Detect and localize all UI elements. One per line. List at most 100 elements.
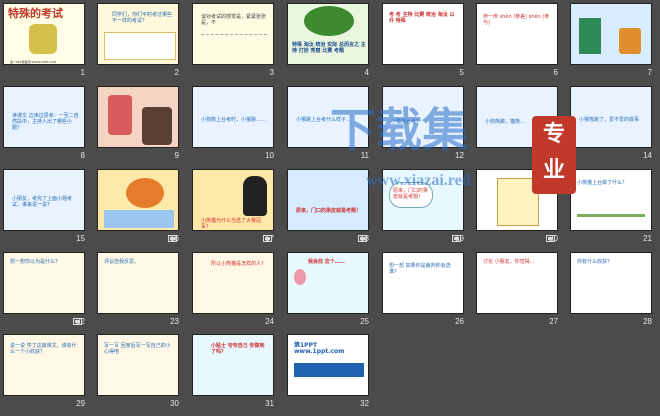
slide-29[interactable]: 说一说 学了这篇课文，谁有什么一个小收获？ 29 [3,334,98,416]
slide-22[interactable]: 想一想你以为是什么？ 22 [3,252,98,334]
slide-thumbnail[interactable]: 特殊 淘汰 统治 实际 总而言之 主持 打扮 秀丽 比赛 考题 [287,3,369,65]
slide-text: 所以小熊猫是怎样的人？ [211,261,267,267]
slide-thumbnail[interactable]: 谈对考试的感觉是，紧紧张张是，不 [192,3,274,65]
slide-transition-icon [546,235,555,242]
slide-thumbnail[interactable]: 读课文 边读边思考：一至二自然段中，主持人出了哪些小题？ [3,86,85,148]
watermark-stamp: 专 业 [532,116,576,194]
slide-16[interactable]: 16 [97,169,192,251]
animals-illustration [104,210,174,228]
slide-thumbnail[interactable]: 同学们，你们平时考过哪些不一样的考试？ [97,3,179,65]
slide-thumbnail[interactable] [97,86,179,148]
slide-number: 24 [265,317,274,326]
slide-32[interactable]: 第1PPT www.1ppt.com 32 [287,334,382,416]
character-illustration [29,24,57,54]
slide-text: 我会找 这个…… [308,259,345,265]
slide-8[interactable]: 读课文 边读边思考：一至二自然段中，主持人出了哪些小题？ 8 [3,86,98,168]
slide-4[interactable]: 特殊 淘汰 统治 实际 总而言之 主持 打扮 秀丽 比赛 考题 4 [287,3,382,85]
slide-31[interactable]: 小贴士 夸夸自己 你做到了吗？ 31 [192,334,287,416]
slide-number: 14 [643,151,652,160]
slide-number: 7 [647,68,652,77]
slide-text: 讨论 小朋友，你觉得… [483,259,535,265]
slide-21[interactable]: 小熊猫上台做了什么？ 21 [546,169,660,251]
slide-transition-icon [452,235,461,242]
slide-thumbnail[interactable]: 小狗熊上台考时，小猴跳…… [192,86,274,148]
slide-26[interactable]: 想一想 如果你是裁判你会选谁？ 26 [382,252,477,334]
slide-thumbnail[interactable]: 特殊的考试 第一PPT模板网-WWW.1PPT.COM [3,3,85,65]
photo-person [108,95,132,135]
slide-text: 评议自我反思。 [104,259,140,265]
slide-number: 25 [360,317,369,326]
slide-text: 考 考 主持 比赛 统治 淘汰 以外 特殊 [389,12,455,24]
slide-thumbnail[interactable]: 小熊猫上台做了什么？ [570,169,652,231]
slide-text: 小熊猫上台做了什么？ [577,180,628,186]
slide-number: 31 [265,399,274,408]
avatar [294,269,306,285]
slide-6[interactable]: 辨一辨 shèn (参差) shēn (参与) 6 [476,3,571,85]
slide-number: 15 [76,234,85,243]
slide-number: 21 [643,234,652,243]
slide-text: 谈对考试的感觉是，紧紧张张是，不 [201,14,267,26]
slide-thumbnail[interactable]: 小贴士 夸夸自己 你做到了吗？ [192,334,274,396]
slide-text: 说一说 学了这篇课文，谁有什么一个小收获？ [10,343,77,355]
slide-number: 23 [170,317,179,326]
slide-2[interactable]: 同学们，你们平时考过哪些不一样的考试？ 2 [97,3,192,85]
watermark-url: www.xiazai.red [366,172,471,189]
slide-text: 小熊猫为什么当选了大赛冠军？ [201,218,262,230]
slide-28[interactable]: 你有什么收获？ 28 [570,252,660,334]
slide-10[interactable]: 小狗熊上台考时，小猴跳…… 10 [192,86,287,168]
slide-number: 5 [459,68,464,77]
slide-text: 同学们，你们平时考过哪些不一样的考试？ [112,12,173,24]
slide-9[interactable]: 9 [97,86,192,168]
banner [294,363,364,377]
slide-transition-icon [168,235,177,242]
slide-5[interactable]: 考 考 主持 比赛 统治 淘汰 以外 特殊 5 [382,3,477,85]
slide-number: 10 [265,151,274,160]
slide-transition-icon [358,235,367,242]
slide-thumbnail[interactable]: 所以小熊猫是怎样的人？ [192,252,274,314]
slide-23[interactable]: 评议自我反思。 23 [73,252,192,334]
slide-1[interactable]: 特殊的考试 第一PPT模板网-WWW.1PPT.COM 1 [3,3,98,85]
slide-thumbnail[interactable]: 说一说 学了这篇课文，谁有什么一个小收获？ [3,334,85,396]
slide-text: 特殊 淘汰 统治 实际 总而言之 主持 打扮 秀丽 比赛 考题 [292,42,366,54]
slide-15[interactable]: 小朋友，考完了上面小题考试，谁来说一说？ 15 [3,169,98,251]
slide-thumbnail[interactable]: 小猴熊跳了，爱不爱的故事 [570,86,652,148]
slide-14[interactable]: 小猴熊跳了，爱不爱的故事 14 [570,86,660,168]
slide-thumbnail[interactable]: 原来，门口的果皮就是考题！ [287,169,369,231]
slide-number: 28 [643,317,652,326]
slide-text: 小狗熊上台考时，小猴跳…… [201,117,267,123]
stamp-char: 业 [542,157,565,182]
slide-25[interactable]: 我会找 这个…… 25 [287,252,382,334]
slide-text: 小朋友，考完了上面小题考试，谁来说一说？ [12,196,73,208]
slide-30[interactable]: 写一写 回家后写一写自己的小心得吧 30 [97,334,192,416]
stamp-char: 专 [542,121,565,146]
box-icon [619,28,641,54]
trash-bin-icon [579,18,601,54]
slide-number: 26 [455,317,464,326]
slide-thumbnail[interactable]: 想一想你以为是什么？ [3,252,85,314]
slide-thumbnail[interactable]: 我会找 这个…… [287,252,369,314]
slide-thumbnail[interactable]: 写一写 回家后写一写自己的小心得吧 [97,334,179,396]
slide-text: 想一想你以为是什么？ [10,259,61,265]
slide-title: 特殊的考试 [8,7,63,20]
slide-text: 读课文 边读边思考：一至二自然段中，主持人出了哪些小题？ [12,113,79,131]
slide-7[interactable]: 7 [570,3,660,85]
slide-thumbnail[interactable]: 考 考 主持 比赛 统治 淘汰 以外 特殊 [382,3,464,65]
slide-17[interactable]: 小熊猫为什么当选了大赛冠军？ 17 [168,169,287,251]
slide-transition-icon [73,318,82,325]
slide-text: 写一写 回家后写一写自己的小心得吧 [104,343,171,355]
slide-thumbnail[interactable] [570,3,652,65]
slide-thumbnail[interactable]: 你有什么收获？ [570,252,652,314]
slide-thumbnail[interactable]: 小朋友，考完了上面小题考试，谁来说一说？ [3,169,85,231]
slide-27[interactable]: 讨论 小朋友，你觉得… 27 [476,252,571,334]
slide-thumbnail[interactable]: 小熊猫为什么当选了大赛冠军？ [192,169,274,231]
slide-thumbnail[interactable] [97,169,179,231]
slide-thumbnail[interactable]: 想一想 如果你是裁判你会选谁？ [382,252,464,314]
slide-thumbnail[interactable]: 讨论 小朋友，你觉得… [476,252,558,314]
slide-thumbnail[interactable]: 辨一辨 shèn (参差) shēn (参与) [476,3,558,65]
slide-thumbnail[interactable]: 评议自我反思。 [97,252,179,314]
slide-3[interactable]: 谈对考试的感觉是，紧紧张张是，不 3 [192,3,287,85]
slide-number: 27 [549,317,558,326]
slide-number: 4 [364,68,369,77]
slide-24[interactable]: 所以小熊猫是怎样的人？ 24 [192,252,287,334]
slide-thumbnail[interactable]: 第1PPT www.1ppt.com [287,334,369,396]
